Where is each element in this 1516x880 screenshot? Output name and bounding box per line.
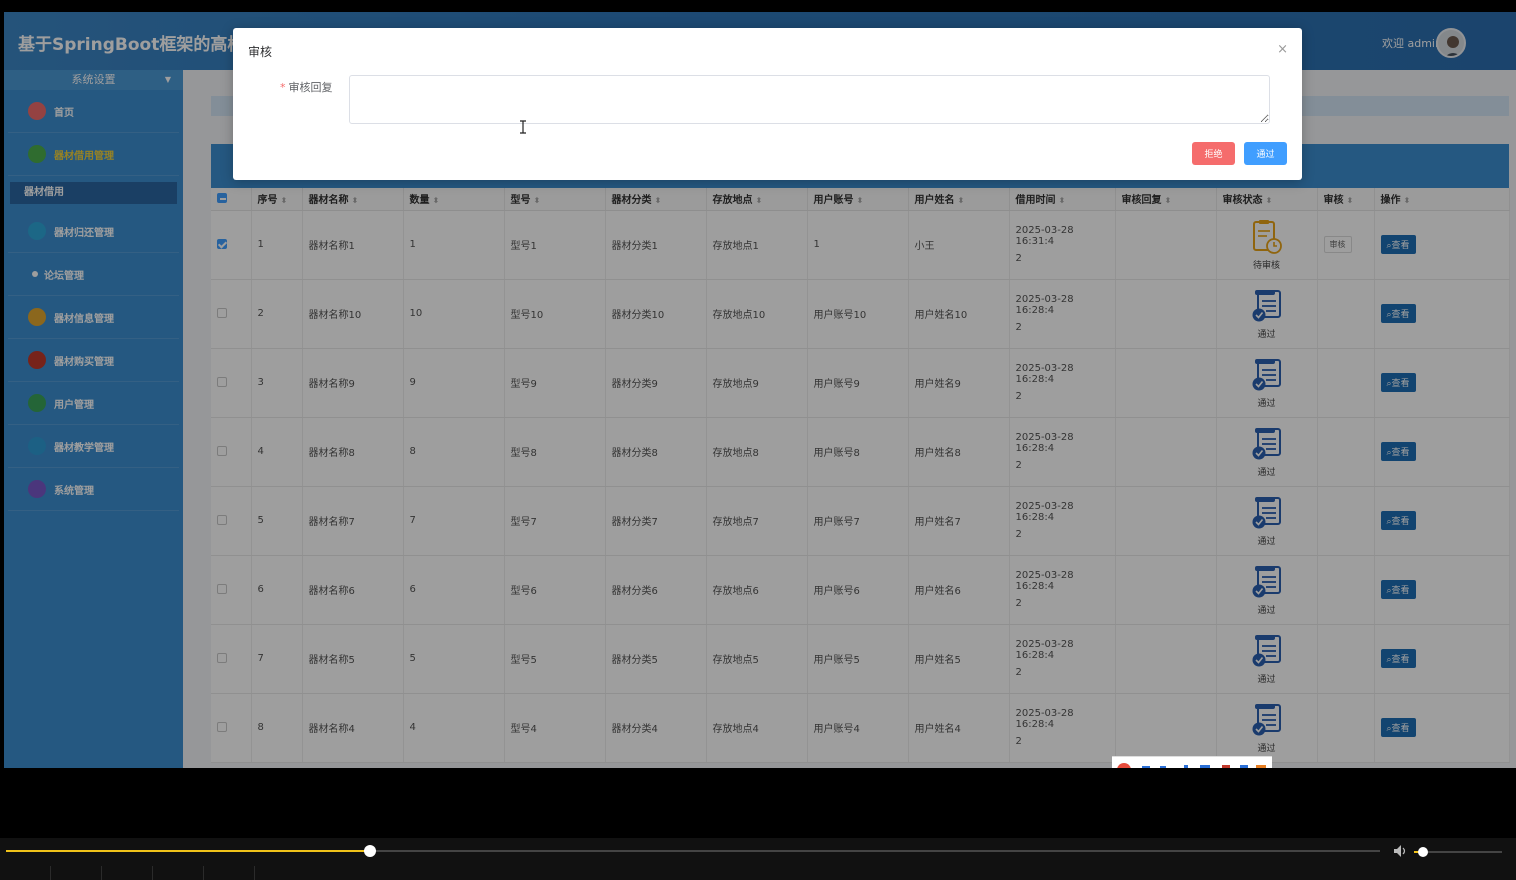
player-slot — [102, 866, 153, 880]
player-bottom-strip — [0, 866, 1516, 880]
player-slot — [51, 866, 102, 880]
required-mark: * — [280, 81, 286, 94]
volume-icon[interactable] — [1393, 844, 1409, 858]
close-icon[interactable]: × — [1277, 42, 1288, 57]
ime-toolbar[interactable] — [1112, 756, 1272, 768]
dialog-title: 审核 — [248, 45, 273, 59]
video-player-bar — [0, 838, 1516, 880]
volume-track[interactable] — [1414, 847, 1502, 857]
text-cursor-icon — [520, 120, 526, 134]
app-window: 基于SpringBoot框架的高校 欢迎 admin 系统设置 ▼ 首页 器材借用… — [4, 12, 1516, 768]
ime-icons — [1117, 763, 1266, 768]
review-reply-input[interactable] — [349, 75, 1270, 124]
screen: 基于SpringBoot框架的高校 欢迎 admin 系统设置 ▼ 首页 器材借用… — [0, 0, 1516, 880]
pass-button[interactable]: 通过 — [1244, 142, 1287, 165]
progress-handle[interactable] — [364, 845, 377, 857]
review-dialog: 审核 × * 审核回复 拒绝 通过 — [233, 28, 1302, 180]
reject-button[interactable]: 拒绝 — [1192, 142, 1235, 165]
player-slot — [204, 866, 255, 880]
player-slot — [153, 866, 204, 880]
review-reply-label-text: 审核回复 — [288, 81, 333, 94]
progress-fill — [6, 850, 371, 852]
progress-track[interactable] — [6, 845, 1380, 857]
review-reply-label: * 审核回复 — [280, 79, 333, 95]
player-slot — [0, 866, 51, 880]
volume-handle[interactable] — [1417, 847, 1428, 857]
